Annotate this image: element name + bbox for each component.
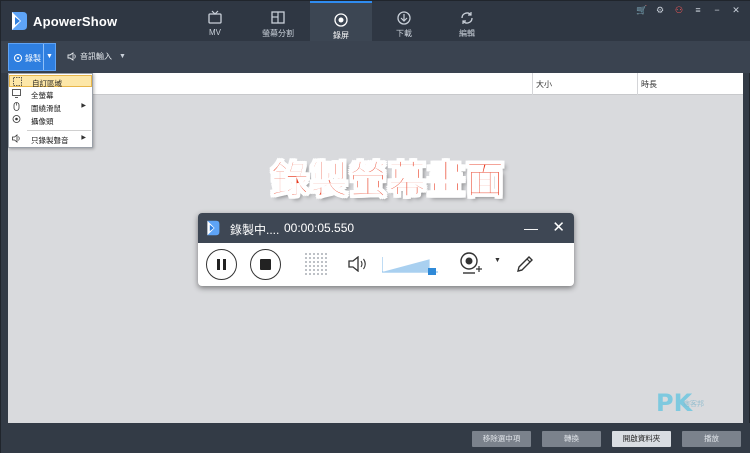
minimize-icon[interactable]: − bbox=[712, 5, 722, 15]
tab-label: 下載 bbox=[396, 29, 412, 38]
audio-only-icon bbox=[12, 134, 20, 143]
chevron-down-icon[interactable]: ▼ bbox=[43, 44, 55, 70]
record-label: 錄製 bbox=[25, 54, 41, 63]
menu-item-label: 攝像頭 bbox=[31, 116, 54, 126]
menu-item-audio-only[interactable]: 只錄製聲音 ▶ bbox=[9, 133, 92, 145]
mouse-icon bbox=[13, 102, 20, 111]
menu-item-webcam[interactable]: 攝像頭 bbox=[9, 114, 92, 126]
window-controls: 🛒 ⚙ ⚇ ≡ − ✕ bbox=[636, 5, 741, 15]
drag-handle[interactable] bbox=[304, 252, 328, 276]
record-button[interactable]: 錄製 ▼ bbox=[8, 43, 56, 71]
menu-item-label: 只錄製聲音 bbox=[31, 135, 69, 145]
tv-icon bbox=[208, 10, 222, 24]
recording-status: 錄製中.... bbox=[230, 223, 280, 237]
remove-selected-button[interactable]: 移除選中項 bbox=[472, 431, 531, 447]
convert-button[interactable]: 轉換 bbox=[542, 431, 601, 447]
record-dot-icon bbox=[14, 54, 22, 62]
tab-mv[interactable]: MV bbox=[184, 1, 246, 41]
open-folder-button[interactable]: 開啟資料夾 bbox=[612, 431, 671, 447]
webcam-icon bbox=[12, 115, 21, 123]
menu-item-custom-area[interactable]: 自訂區域 bbox=[9, 75, 92, 88]
webcam-icon[interactable] bbox=[458, 251, 484, 277]
chevron-right-icon: ▶ bbox=[81, 103, 86, 109]
bottom-bar: 移除選中項 轉換 開啟資料夾 播放 bbox=[1, 423, 750, 453]
recording-controls: ▼ bbox=[198, 243, 574, 286]
app-logo-icon bbox=[207, 220, 220, 236]
tab-label: MV bbox=[209, 28, 221, 37]
menu-item-label: 全螢幕 bbox=[31, 90, 54, 100]
menu-item-fullscreen[interactable]: 全螢幕 bbox=[9, 88, 92, 100]
app-title: ApowerShow bbox=[33, 14, 118, 29]
close-icon[interactable]: ✕ bbox=[731, 5, 741, 15]
app-window: ApowerShow MV 螢幕分割 錄屏 下載 編輯 🛒 ⚙ ⚇ ≡ − ✕ bbox=[0, 0, 750, 453]
chevron-right-icon: ▶ bbox=[81, 135, 86, 141]
tab-edit[interactable]: 編輯 bbox=[436, 1, 498, 41]
column-duration[interactable]: 時長 bbox=[641, 79, 657, 90]
tab-label: 錄屏 bbox=[333, 31, 349, 40]
toolbar: 錄製 ▼ 音訊輸入 ▼ bbox=[1, 41, 750, 73]
record-icon bbox=[334, 13, 348, 27]
play-button[interactable]: 播放 bbox=[682, 431, 741, 447]
chevron-down-icon[interactable]: ▼ bbox=[494, 257, 501, 264]
speaker-icon bbox=[67, 52, 76, 61]
caption-overlay: 錄製螢幕畫面 bbox=[270, 158, 506, 203]
stop-button[interactable] bbox=[250, 249, 281, 280]
audio-input-label: 音訊輸入 bbox=[80, 52, 112, 61]
chevron-down-icon: ▼ bbox=[119, 53, 126, 60]
download-icon bbox=[397, 11, 411, 25]
settings-icon[interactable]: ⚙ bbox=[655, 5, 665, 15]
user-icon[interactable]: ⚇ bbox=[674, 5, 684, 15]
monitor-icon bbox=[12, 89, 21, 98]
minimize-icon[interactable]: — bbox=[524, 220, 538, 236]
cart-icon[interactable]: 🛒 bbox=[636, 5, 647, 15]
volume-slider[interactable] bbox=[382, 255, 438, 275]
custom-area-icon bbox=[13, 77, 22, 86]
menu-icon[interactable]: ≡ bbox=[693, 5, 703, 15]
close-icon[interactable]: ✕ bbox=[552, 218, 565, 236]
record-mode-menu: 自訂區域 全螢幕 圍繞滑鼠 ▶ 攝像頭 只錄製聲音 ▶ bbox=[8, 73, 93, 148]
tab-label: 螢幕分割 bbox=[262, 29, 294, 38]
recording-panel: 錄製中.... 00:00:05.550 — ✕ ▼ bbox=[198, 213, 574, 286]
split-screen-icon bbox=[271, 11, 285, 24]
pause-button[interactable] bbox=[206, 249, 237, 280]
title-bar: ApowerShow MV 螢幕分割 錄屏 下載 編輯 🛒 ⚙ ⚇ ≡ − ✕ bbox=[1, 1, 750, 41]
pause-icon bbox=[217, 259, 220, 270]
recording-panel-header: 錄製中.... 00:00:05.550 — ✕ bbox=[198, 213, 574, 243]
app-logo-icon bbox=[12, 12, 27, 30]
tab-record[interactable]: 錄屏 bbox=[310, 1, 372, 41]
refresh-icon bbox=[461, 12, 473, 24]
menu-item-around-mouse[interactable]: 圍繞滑鼠 ▶ bbox=[9, 101, 92, 113]
pencil-icon[interactable] bbox=[514, 253, 536, 275]
menu-item-label: 自訂區域 bbox=[32, 78, 62, 88]
tab-download[interactable]: 下載 bbox=[373, 1, 435, 41]
column-size[interactable]: 大小 bbox=[536, 79, 552, 90]
audio-input-button[interactable]: 音訊輸入 ▼ bbox=[67, 51, 126, 62]
pause-icon bbox=[223, 259, 226, 270]
watermark-text: 痞客邦 bbox=[683, 401, 704, 408]
stop-icon bbox=[260, 259, 271, 270]
recording-time: 00:00:05.550 bbox=[284, 221, 355, 235]
menu-divider bbox=[27, 130, 91, 131]
column-divider bbox=[532, 73, 533, 95]
menu-item-label: 圍繞滑鼠 bbox=[31, 103, 61, 113]
column-divider bbox=[637, 73, 638, 95]
tab-split-screen[interactable]: 螢幕分割 bbox=[247, 1, 309, 41]
tab-label: 編輯 bbox=[459, 29, 475, 38]
list-header: 大小 時長 bbox=[8, 73, 743, 95]
speaker-icon[interactable] bbox=[348, 256, 368, 272]
